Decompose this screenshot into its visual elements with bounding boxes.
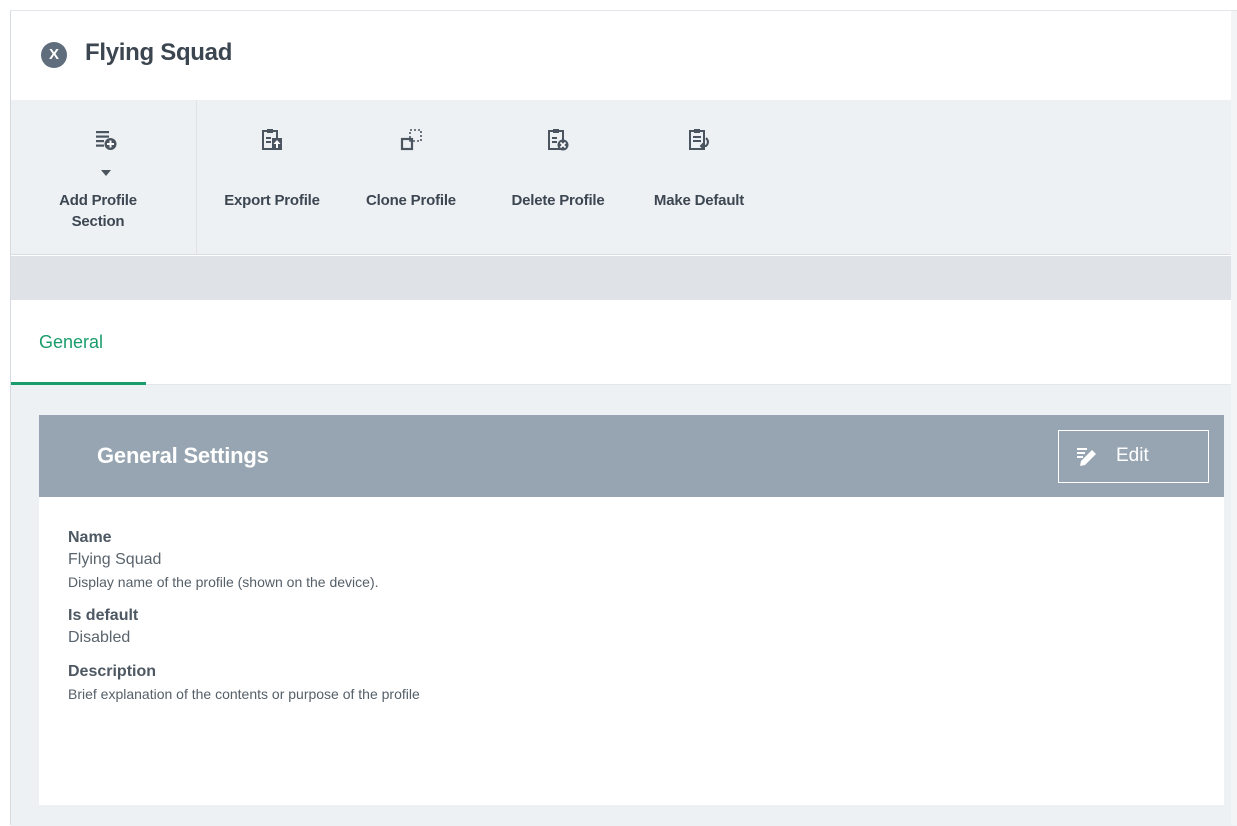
- add-list-icon: [96, 131, 117, 150]
- field-help: Display name of the profile (shown on th…: [68, 574, 379, 590]
- clone-icon: [400, 129, 422, 151]
- field-label: Is default: [68, 607, 139, 624]
- settings-fields: Name Flying Squad Display name of the pr…: [68, 527, 420, 717]
- clone-profile-button[interactable]: Clone Profile: [351, 100, 471, 255]
- tab-general[interactable]: General: [11, 300, 146, 385]
- page-title: Flying Squad: [85, 39, 233, 66]
- tab-bar: General: [11, 300, 1237, 385]
- panel-header: General Settings Edit: [39, 415, 1224, 497]
- scrollbar-track[interactable]: [1231, 11, 1237, 825]
- toolbar-footer-band: [11, 256, 1237, 300]
- field-name: Name Flying Squad Display name of the pr…: [68, 527, 420, 593]
- close-icon[interactable]: X: [41, 42, 67, 68]
- field-description: Description Brief explanation of the con…: [68, 661, 420, 705]
- delete-profile-button[interactable]: Delete Profile: [493, 100, 623, 255]
- general-settings-panel: General Settings Edit Name Flying Squad …: [39, 415, 1224, 805]
- field-is-default: Is default Disabled: [68, 605, 420, 649]
- export-profile-button[interactable]: Export Profile: [207, 100, 337, 255]
- make-default-button[interactable]: Make Default: [639, 100, 759, 255]
- panel-title: General Settings: [97, 443, 269, 468]
- delete-profile-label: Delete Profile: [511, 192, 605, 209]
- toolbar: Add Profile Section Export Profile Clone…: [11, 100, 1237, 255]
- edit-button[interactable]: Edit: [1058, 430, 1209, 483]
- add-profile-section-button[interactable]: Add Profile Section: [31, 100, 181, 255]
- field-label: Description: [68, 663, 157, 680]
- field-label: Name: [68, 529, 112, 546]
- default-clipboard-icon: [689, 129, 709, 150]
- edit-button-label: Edit: [1116, 445, 1149, 466]
- dropdown-caret-icon: [101, 170, 111, 176]
- add-profile-section-label-line2: Section: [71, 213, 125, 230]
- delete-clipboard-icon: [548, 129, 569, 151]
- add-profile-section-label-line1: Add Profile: [59, 192, 137, 209]
- tab-general-label: General: [39, 332, 104, 352]
- clone-profile-label: Clone Profile: [366, 192, 456, 209]
- field-help: Brief explanation of the contents or pur…: [68, 686, 420, 702]
- field-value: Disabled: [68, 629, 131, 646]
- edit-pencil-icon: [1077, 448, 1096, 466]
- make-default-label: Make Default: [653, 192, 745, 209]
- field-value: Flying Squad: [68, 551, 162, 568]
- toolbar-divider: [196, 100, 197, 255]
- export-profile-label: Export Profile: [224, 192, 320, 209]
- profile-window: X Flying Squad Add Profile Section Expor…: [10, 10, 1237, 826]
- export-clipboard-icon: [262, 129, 282, 150]
- content-area: General Settings Edit Name Flying Squad …: [11, 385, 1237, 826]
- title-bar: X Flying Squad: [11, 11, 1237, 100]
- add-profile-section-label: Add Profile Section: [23, 190, 173, 232]
